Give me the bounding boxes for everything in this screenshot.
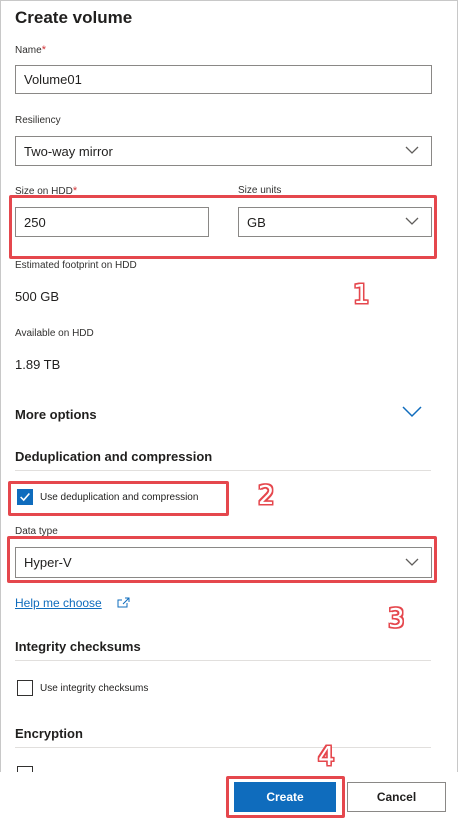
chevron-down-icon bbox=[405, 146, 419, 154]
annotation-box-4 bbox=[226, 776, 345, 818]
annotation-box-2 bbox=[8, 481, 229, 516]
integrity-checkbox-label: Use integrity checksums bbox=[40, 683, 149, 694]
resiliency-dropdown[interactable]: Two-way mirror bbox=[15, 136, 432, 166]
help-link-text: Help me choose bbox=[15, 596, 102, 610]
available-label: Available on HDD bbox=[15, 328, 94, 339]
footprint-label: Estimated footprint on HDD bbox=[15, 260, 137, 271]
chevron-down-icon[interactable] bbox=[402, 406, 422, 418]
footprint-value: 500 GB bbox=[15, 289, 60, 304]
resiliency-selected: Two-way mirror bbox=[24, 143, 113, 159]
annotation-number-1: 1 bbox=[353, 280, 370, 310]
section-divider bbox=[15, 747, 431, 748]
section-divider bbox=[15, 470, 431, 471]
external-link-icon bbox=[117, 597, 130, 608]
annotation-number-3: 3 bbox=[388, 604, 405, 634]
integrity-checkbox[interactable] bbox=[17, 680, 33, 696]
name-label: Name* bbox=[15, 44, 46, 56]
annotation-box-1 bbox=[9, 195, 437, 259]
annotation-number-4: 4 bbox=[318, 742, 335, 772]
more-options-label: More options bbox=[15, 407, 97, 422]
resiliency-label: Resiliency bbox=[15, 115, 61, 126]
name-required-mark: * bbox=[41, 44, 46, 56]
name-input-value: Volume01 bbox=[24, 72, 82, 87]
encryption-section-title: Encryption bbox=[15, 726, 83, 741]
cancel-button[interactable]: Cancel bbox=[347, 782, 446, 812]
dedup-section-title: Deduplication and compression bbox=[15, 449, 213, 464]
section-divider bbox=[15, 660, 431, 661]
annotation-box-3 bbox=[7, 536, 437, 583]
name-input[interactable]: Volume01 bbox=[15, 65, 432, 94]
annotation-number-2: 2 bbox=[258, 481, 275, 511]
available-value: 1.89 TB bbox=[15, 357, 61, 372]
panel-title: Create volume bbox=[15, 8, 133, 27]
name-label-text: Name bbox=[15, 45, 42, 56]
help-me-choose-link[interactable]: Help me choose bbox=[15, 596, 102, 610]
integrity-section-title: Integrity checksums bbox=[15, 639, 141, 654]
